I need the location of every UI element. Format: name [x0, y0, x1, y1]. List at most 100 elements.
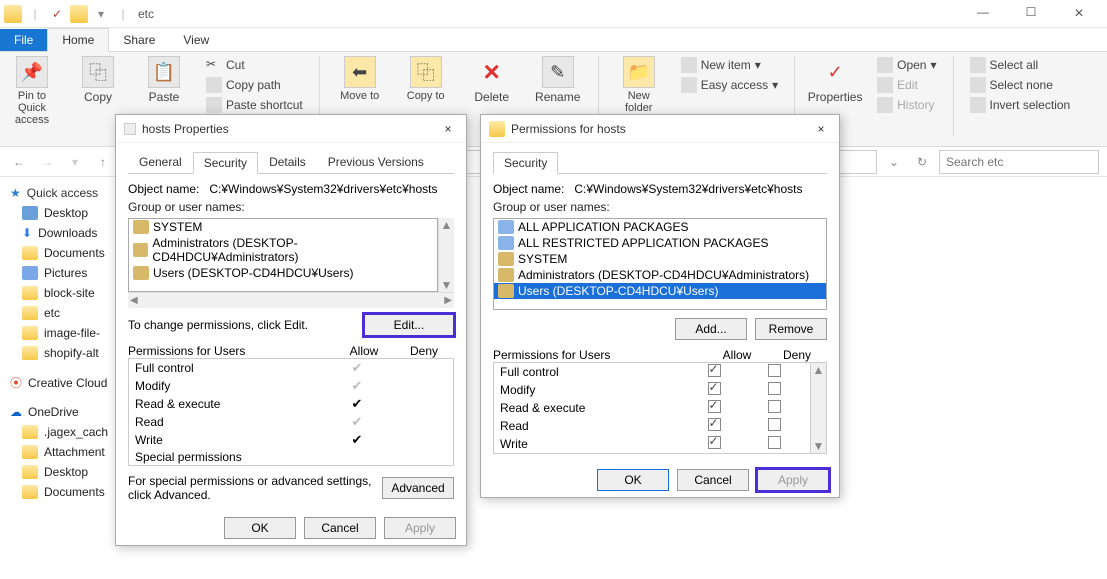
- folder-icon: [22, 286, 38, 300]
- tab-view[interactable]: View: [169, 29, 223, 51]
- refresh-button[interactable]: ↻: [911, 151, 933, 173]
- cancel-button[interactable]: Cancel: [304, 517, 376, 539]
- easy-access-button[interactable]: Easy access ▾: [679, 76, 780, 94]
- edit-button[interactable]: Edit...: [364, 314, 454, 336]
- perm-name: Modify: [500, 383, 684, 397]
- cancel-button[interactable]: Cancel: [677, 469, 749, 491]
- deny-checkbox[interactable]: [768, 418, 781, 431]
- apply-button[interactable]: Apply: [757, 469, 829, 491]
- properties-icon: ✓: [819, 56, 851, 88]
- folder-icon: [70, 5, 88, 23]
- minimize-button[interactable]: —: [969, 5, 997, 23]
- allow-checkbox[interactable]: [708, 436, 721, 449]
- tab-share[interactable]: Share: [109, 29, 169, 51]
- list-item[interactable]: SYSTEM: [494, 251, 826, 267]
- tab-home[interactable]: Home: [47, 28, 109, 52]
- tab-file[interactable]: File: [0, 29, 47, 51]
- list-item[interactable]: Administrators (DESKTOP-CD4HDCU¥Administ…: [129, 235, 437, 265]
- close-icon[interactable]: ×: [438, 122, 458, 136]
- new-folder-icon: 📁: [623, 56, 655, 88]
- ok-button[interactable]: OK: [597, 469, 669, 491]
- open-button[interactable]: Open ▾: [875, 56, 938, 74]
- list-item[interactable]: ALL RESTRICTED APPLICATION PACKAGES: [494, 235, 826, 251]
- deny-checkbox[interactable]: [768, 382, 781, 395]
- allow-check: [352, 397, 363, 411]
- list-item[interactable]: Administrators (DESKTOP-CD4HDCU¥Administ…: [494, 267, 826, 283]
- deny-header: Deny: [767, 348, 827, 362]
- deny-checkbox[interactable]: [768, 364, 781, 377]
- edit-button[interactable]: Edit: [875, 76, 938, 94]
- remove-button[interactable]: Remove: [755, 318, 827, 340]
- folder-icon: [22, 346, 38, 360]
- allow-checkbox[interactable]: [708, 382, 721, 395]
- close-button[interactable]: ×: [1065, 5, 1093, 23]
- desktop-icon: [22, 206, 38, 220]
- package-icon: [498, 220, 514, 234]
- perm-name: Special permissions: [135, 450, 327, 464]
- list-item[interactable]: SYSTEM: [129, 219, 437, 235]
- delete-label: Delete: [474, 90, 509, 104]
- deny-checkbox[interactable]: [768, 436, 781, 449]
- recent-button[interactable]: ▾: [64, 151, 86, 173]
- invert-selection-button[interactable]: Invert selection: [968, 96, 1073, 114]
- tab-previous-versions[interactable]: Previous Versions: [317, 151, 435, 173]
- search-input[interactable]: [939, 150, 1099, 174]
- perm-name: Read & execute: [500, 401, 684, 415]
- forward-button[interactable]: →: [36, 151, 58, 173]
- copy-label: Copy: [84, 90, 112, 104]
- deny-checkbox[interactable]: [768, 400, 781, 413]
- maximize-button[interactable]: ☐: [1017, 5, 1045, 23]
- tab-security[interactable]: Security: [193, 152, 258, 174]
- dialog-title: Permissions for hosts: [511, 122, 805, 136]
- list-item-selected[interactable]: Users (DESKTOP-CD4HDCU¥Users): [494, 283, 826, 299]
- close-icon[interactable]: ×: [811, 122, 831, 136]
- qat-dropdown-icon[interactable]: ▾: [92, 5, 110, 23]
- apply-button[interactable]: Apply: [384, 517, 456, 539]
- cut-button[interactable]: ✂Cut: [204, 56, 305, 74]
- groups-listbox[interactable]: ALL APPLICATION PACKAGES ALL RESTRICTED …: [493, 218, 827, 310]
- scrollbar[interactable]: ▲▼: [811, 362, 827, 454]
- allow-checkbox[interactable]: [708, 400, 721, 413]
- tab-details[interactable]: Details: [258, 151, 317, 173]
- perm-name: Read & execute: [135, 397, 327, 411]
- tab-general[interactable]: General: [128, 151, 193, 173]
- folder-icon: [4, 5, 22, 23]
- add-button[interactable]: Add...: [675, 318, 747, 340]
- paste-shortcut-icon: [206, 97, 222, 113]
- list-item[interactable]: ALL APPLICATION PACKAGES: [494, 219, 826, 235]
- ok-button[interactable]: OK: [224, 517, 296, 539]
- pin-button[interactable]: 📌 Pin to Quick access: [6, 56, 58, 142]
- allow-checkbox[interactable]: [708, 364, 721, 377]
- folder-icon: [22, 465, 38, 479]
- address-dropdown[interactable]: ⌄: [883, 151, 905, 173]
- rename-label: Rename: [535, 90, 580, 104]
- allow-checkbox[interactable]: [708, 418, 721, 431]
- scrollbar-h[interactable]: ◀▶: [128, 292, 454, 308]
- new-item-icon: [681, 57, 697, 73]
- back-button[interactable]: ←: [8, 151, 30, 173]
- properties-qat-icon[interactable]: [48, 5, 66, 23]
- paste-shortcut-button[interactable]: Paste shortcut: [204, 96, 305, 114]
- history-button[interactable]: History: [875, 96, 938, 114]
- tab-security[interactable]: Security: [493, 152, 558, 174]
- user-icon: [498, 252, 514, 266]
- pictures-icon: [22, 266, 38, 280]
- qat-divider: |: [114, 5, 132, 23]
- permissions-for-label: Permissions for Users: [128, 344, 334, 358]
- up-button[interactable]: ↑: [92, 151, 114, 173]
- scrollbar[interactable]: ▲▼: [438, 218, 454, 292]
- hosts-properties-dialog: hosts Properties × General Security Deta…: [115, 114, 467, 546]
- permissions-list: Full control Modify Read & execute Read …: [493, 362, 811, 454]
- select-all-button[interactable]: Select all: [968, 56, 1073, 74]
- list-item[interactable]: Users (DESKTOP-CD4HDCU¥Users): [129, 265, 437, 281]
- groups-listbox[interactable]: SYSTEM Administrators (DESKTOP-CD4HDCU¥A…: [128, 218, 438, 292]
- select-none-button[interactable]: Select none: [968, 76, 1073, 94]
- new-item-button[interactable]: New item ▾: [679, 56, 780, 74]
- deny-header: Deny: [394, 344, 454, 358]
- paste-icon: 📋: [148, 56, 180, 88]
- select-all-icon: [970, 57, 986, 73]
- copy-icon: ⿻: [82, 56, 114, 88]
- copy-path-button[interactable]: Copy path: [204, 76, 305, 94]
- allow-check: [352, 433, 363, 447]
- advanced-button[interactable]: Advanced: [382, 477, 454, 499]
